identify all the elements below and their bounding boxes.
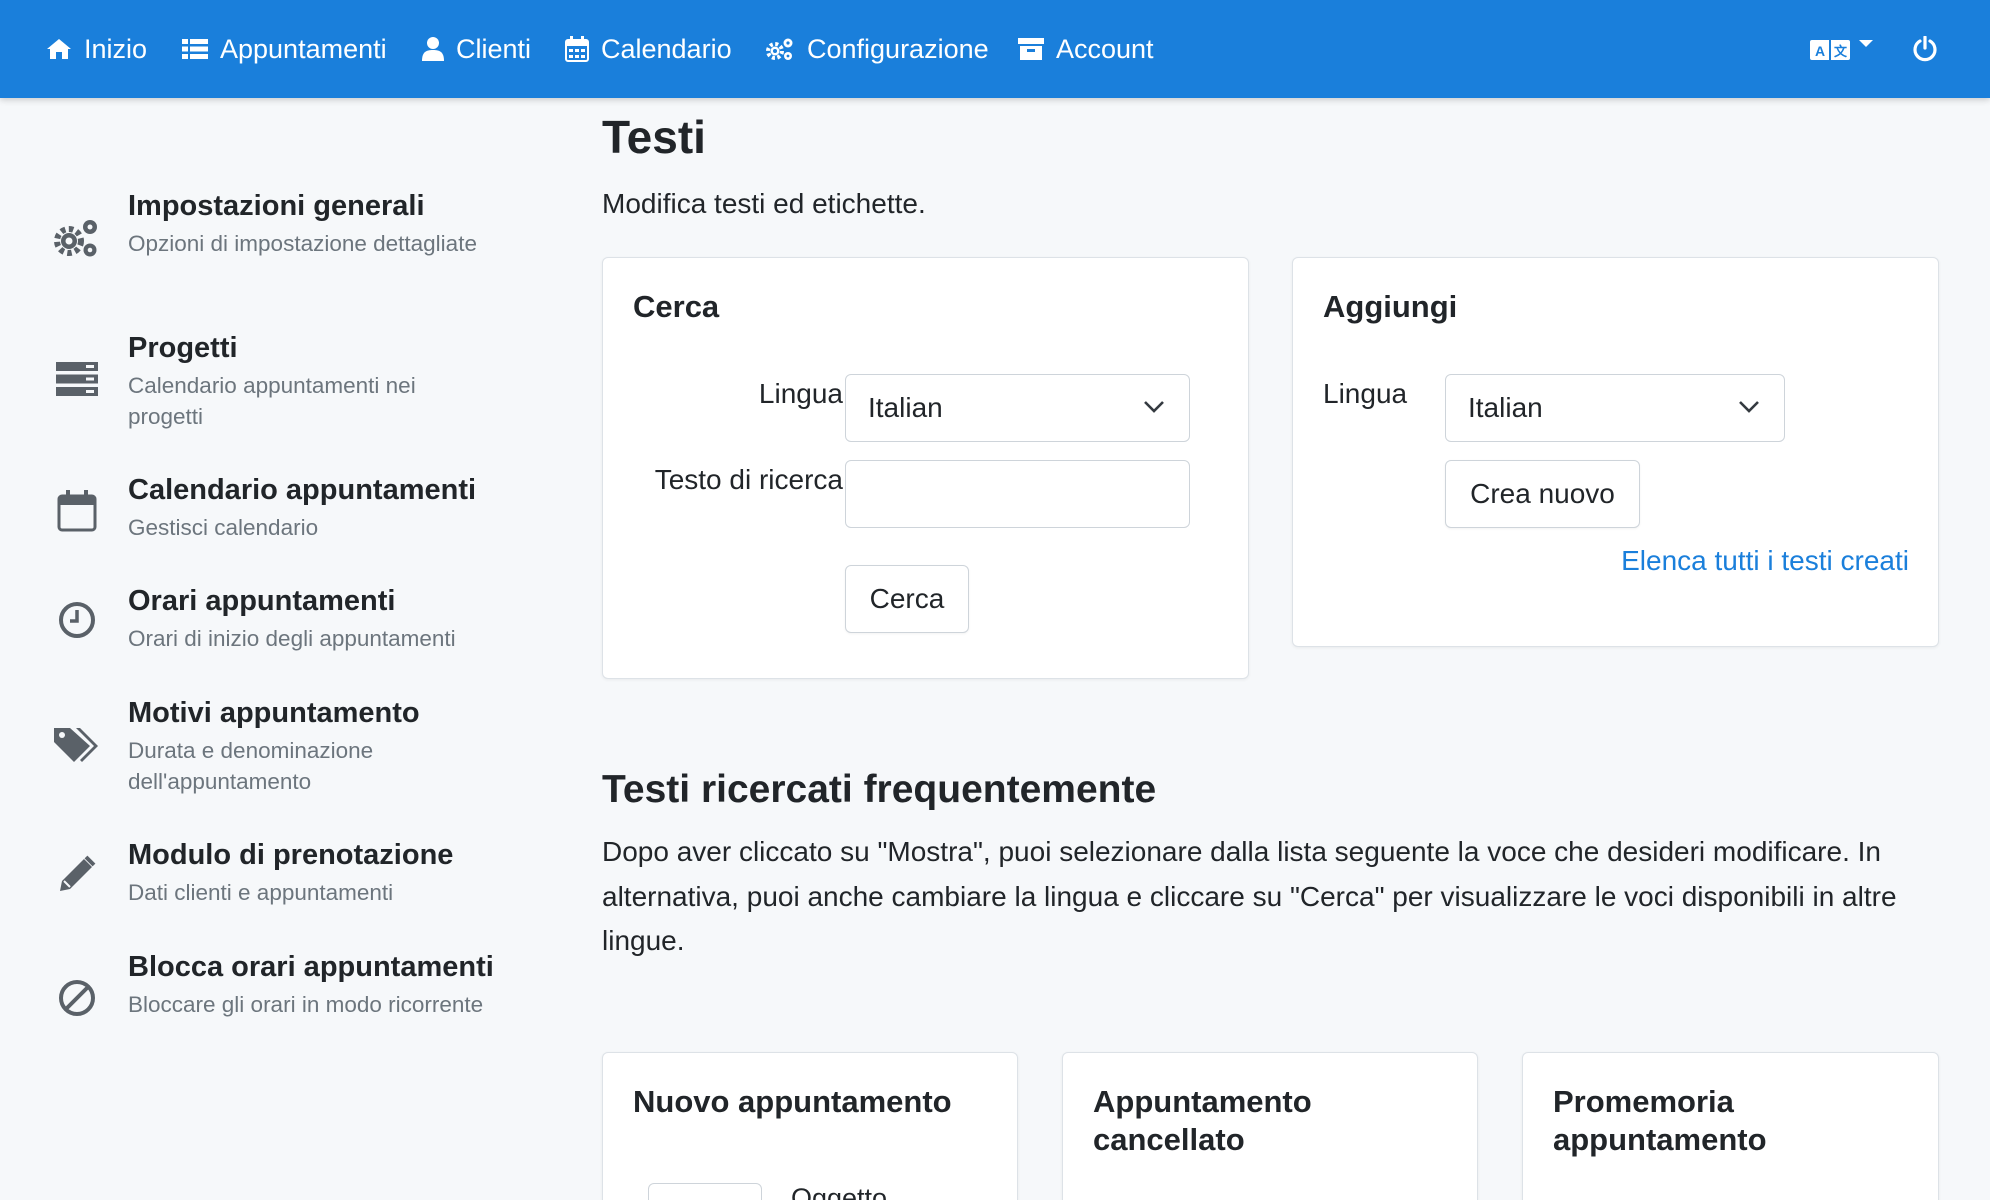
frequent-card-partial-button[interactable] [648,1183,762,1200]
nav-item-account[interactable]: Account [1018,0,1154,98]
clock-icon [59,602,95,638]
calendar-icon [57,490,97,532]
nav-item-calendario[interactable]: Calendario [565,0,732,98]
sidebar-item-desc: Bloccare gli orari in modo ricorrente [128,992,484,1017]
pencil-icon [60,855,96,891]
search-card-title: Cerca [633,289,720,324]
top-navbar: Inizio Appuntamenti Clienti Calendario C… [0,0,1990,98]
language-dropdown[interactable]: A文 [1810,0,1874,98]
sidebar-icon-wrap [52,595,102,645]
logout-button[interactable] [1912,0,1938,98]
sidebar-icon-wrap [52,973,102,1023]
user-icon [422,37,444,61]
sidebar-item-desc: Calendario appuntamenti nei progetti [128,373,416,429]
archive-icon [1018,38,1044,60]
frequent-card-nuovo-appuntamento: Nuovo appuntamento Oggetto [602,1052,1018,1200]
nav-label-clienti: Clienti [456,33,532,64]
sidebar-item-title: Blocca orari appuntamenti [128,951,494,983]
search-text-label: Testo di ricerca [654,464,843,495]
sidebar-item-desc: Opzioni di impostazione dettagliate [128,231,477,256]
sidebar-item-title: Orari appuntamenti [128,585,396,617]
home-icon [47,39,71,59]
frequent-card-partial-text: Oggetto [791,1183,888,1200]
sidebar-item-desc: Durata e denominazione dell'appuntamento [128,738,374,794]
sidebar-item-title: Modulo di prenotazione [128,839,454,871]
sidebar-item-title: Impostazioni generali [128,190,425,222]
nav-label-account: Account [1056,33,1154,64]
nav-item-configurazione[interactable]: Configurazione [765,0,989,98]
sidebar-item-desc: Gestisci calendario [128,515,319,540]
server-icon [56,362,98,396]
create-new-button[interactable]: Crea nuovo [1445,460,1640,528]
sidebar-icon-wrap [52,721,102,771]
list-icon [182,39,208,59]
search-language-select[interactable]: Italian [845,374,1190,442]
sidebar-item-desc: Orari di inizio degli appuntamenti [128,626,456,651]
frequent-section-text: Dopo aver cliccato su "Mostra", puoi sel… [602,836,1897,956]
chevron-down-icon [1859,40,1873,47]
chevron-down-icon [1144,401,1164,413]
sidebar-item-desc: Dati clienti e appuntamenti [128,880,394,905]
frequent-card-appuntamento-cancellato: Appuntamento cancellato [1062,1052,1478,1200]
sidebar-icon-wrap [52,486,102,536]
svg-text:文: 文 [1834,44,1848,59]
add-language-select[interactable]: Italian [1445,374,1785,442]
svg-text:A: A [1815,43,1825,59]
search-card: Cerca Lingua Italian Testo di ricerca Ce… [602,257,1249,679]
page-title: Testi [602,111,706,163]
nav-label-appuntamenti: Appuntamenti [220,33,387,64]
list-all-texts-link[interactable]: Elenca tutti i testi creati [1621,545,1909,577]
cogs-icon [54,220,97,257]
add-card-title: Aggiungi [1323,289,1458,324]
frequent-card-title: Promemoria appuntamento [1553,1084,1767,1157]
tags-icon [54,728,98,762]
ban-icon [59,980,95,1016]
sidebar-icon-wrap [52,849,102,899]
power-icon [1913,36,1937,62]
nav-item-clienti[interactable]: Clienti [422,0,531,98]
add-card: Aggiungi Lingua Italian Crea nuovo Elenc… [1292,257,1939,647]
add-language-value: Italian [1468,392,1543,423]
nav-label-configurazione: Configurazione [807,33,989,64]
search-language-value: Italian [868,392,943,423]
chevron-down-icon [1739,401,1759,413]
nav-label-calendario: Calendario [601,33,732,64]
page-subtitle: Modifica testi ed etichette. [602,188,926,219]
frequent-card-title: Appuntamento cancellato [1093,1084,1312,1157]
search-button[interactable]: Cerca [845,565,969,633]
nav-item-inizio[interactable]: Inizio [46,0,147,98]
sidebar-item-title: Calendario appuntamenti [128,474,477,506]
frequent-card-promemoria-appuntamento: Promemoria appuntamento [1522,1052,1939,1200]
sidebar-item-title: Motivi appuntamento [128,697,420,729]
sidebar-item-title: Progetti [128,332,238,364]
frequent-card-title: Nuovo appuntamento [633,1084,952,1119]
search-text-input[interactable] [845,460,1190,528]
nav-item-appuntamenti[interactable]: Appuntamenti [182,0,387,98]
language-icon: A文 [1810,40,1850,60]
nav-label-inizio: Inizio [84,33,148,64]
calendar-icon [565,36,589,62]
sidebar-icon-wrap [52,354,102,404]
language-label: Lingua [758,378,843,409]
sidebar-icon-wrap [52,214,102,264]
cogs-icon [766,38,793,60]
add-language-label: Lingua [1323,378,1408,409]
frequent-section-title: Testi ricercati frequentemente [602,768,1157,811]
